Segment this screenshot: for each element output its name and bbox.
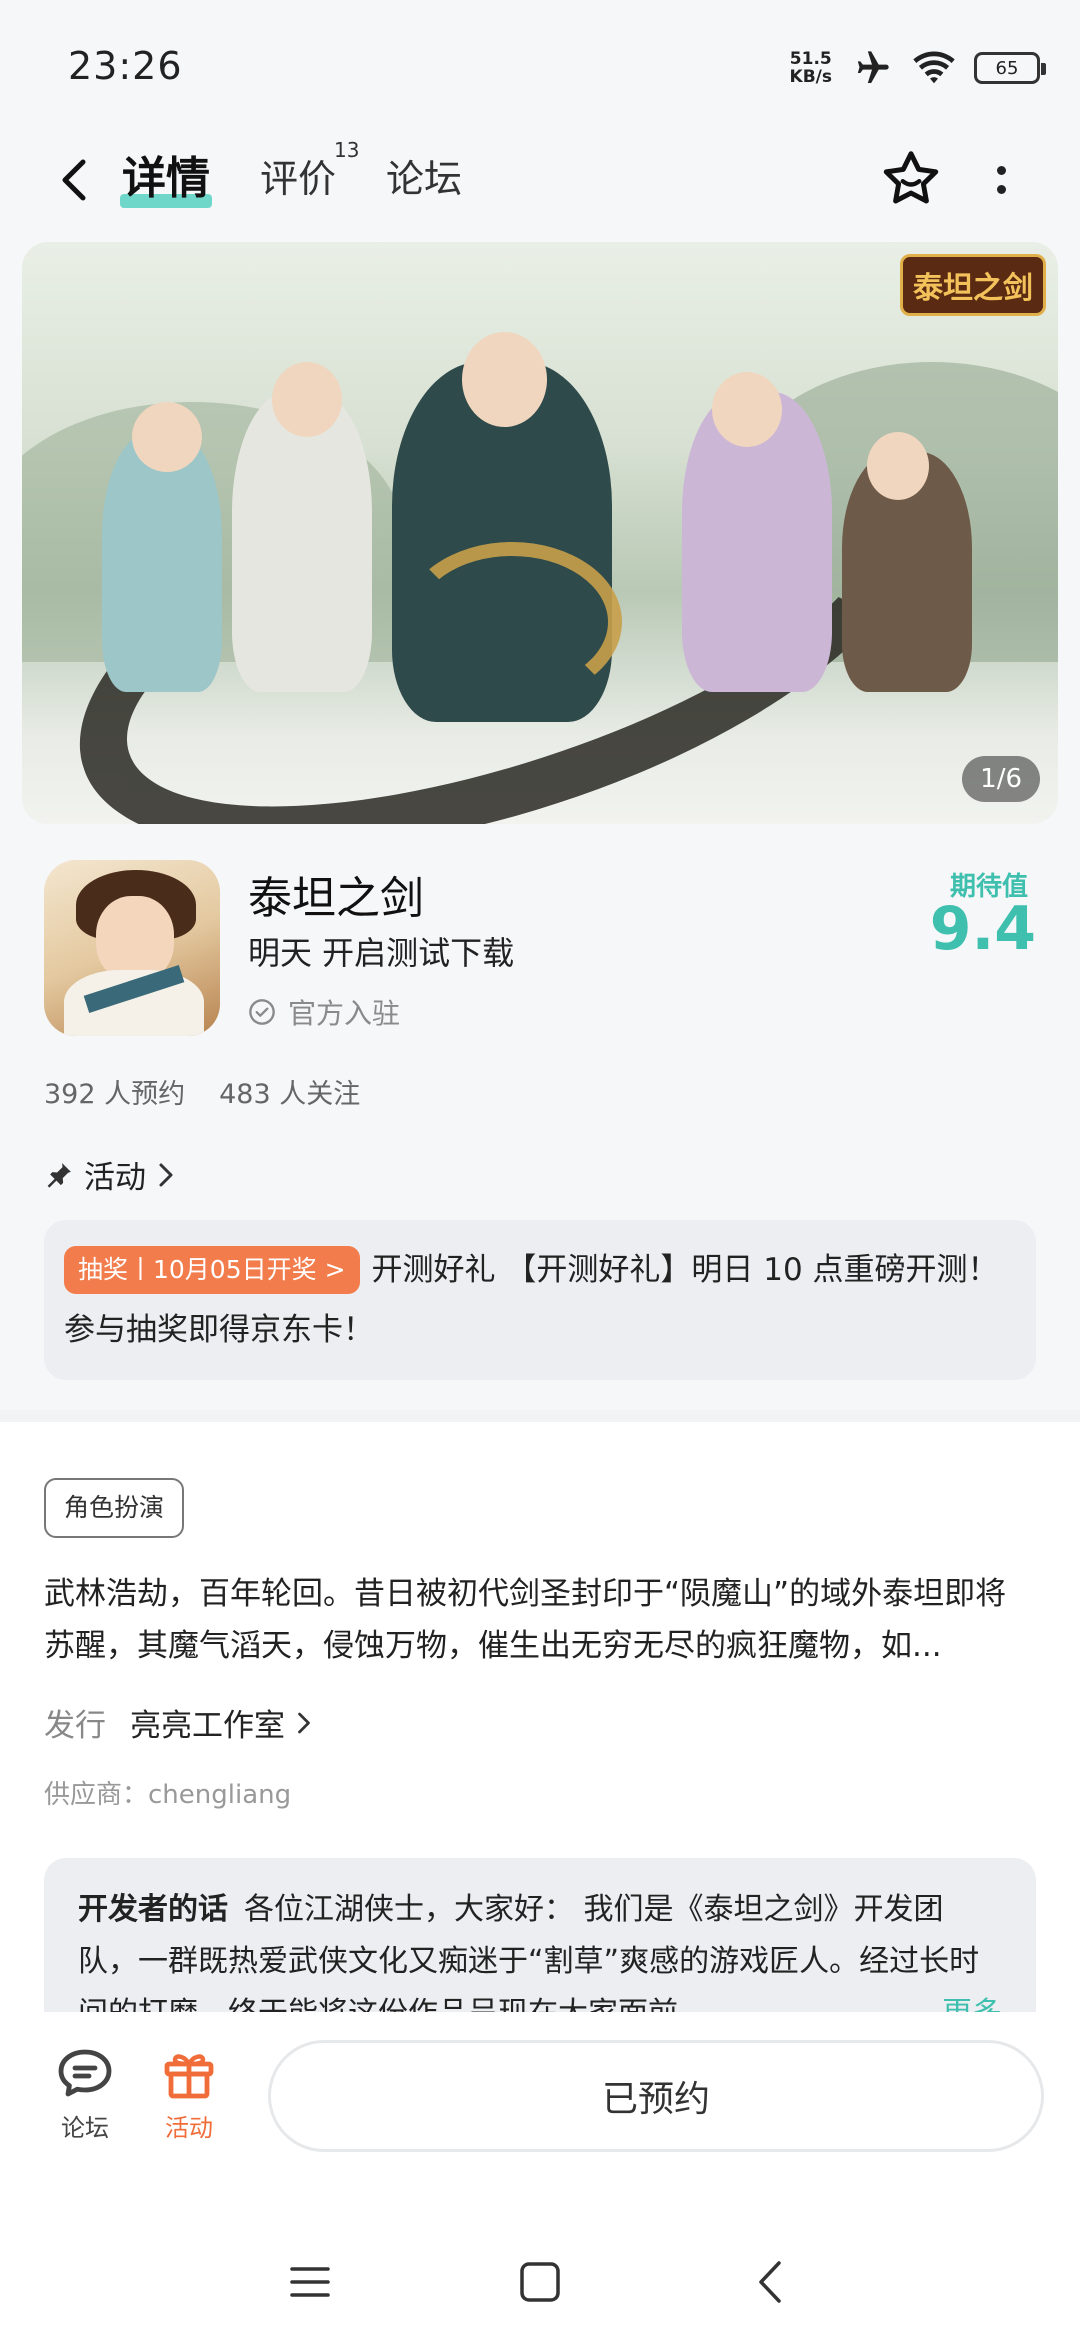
chevron-right-icon — [298, 1712, 310, 1733]
banner-gold-effect — [402, 542, 622, 702]
tab-reviews-label: 评价 — [260, 157, 337, 201]
activity-header-label: 活动 — [84, 1160, 146, 1196]
network-speed-unit: KB/s — [789, 67, 832, 87]
battery-icon: 65 — [974, 52, 1046, 84]
banner-character-head — [272, 362, 342, 437]
wifi-icon — [912, 50, 956, 86]
bottom-activity-button[interactable]: 活动 — [144, 2046, 234, 2143]
back-icon — [62, 159, 86, 201]
banner-character — [232, 392, 372, 692]
tab-forum-label: 论坛 — [386, 157, 463, 201]
banner-character-head — [712, 372, 782, 447]
more-dot — [996, 185, 1006, 194]
system-home-button[interactable] — [510, 2252, 570, 2312]
publisher-row[interactable]: 发行 亮亮工作室 — [44, 1700, 313, 1745]
tab-details-label: 详情 — [122, 153, 210, 204]
banner-character-head — [867, 432, 929, 500]
review-count-badge: 13 — [334, 138, 360, 162]
reservation-count: 392 人预约 — [44, 1079, 186, 1110]
star-icon — [883, 151, 939, 204]
favorite-button[interactable] — [878, 146, 944, 212]
activity-card[interactable]: 抽奖丨10月05日开奖 > 开测好礼 【开测好礼】明日 10 点重磅开测！参与抽奖… — [44, 1220, 1036, 1380]
game-description[interactable]: 武林浩劫，百年轮回。昔日被初代剑圣封印于“陨魔山”的域外泰坦即将苏醒，其魔气滔天… — [44, 1568, 1036, 1672]
home-square-icon — [520, 2262, 560, 2302]
battery-level: 65 — [995, 57, 1019, 79]
expectation-score-value: 9.4 — [929, 894, 1036, 964]
official-label: 官方入驻 — [288, 997, 401, 1030]
app-stats: 392 人预约 483 人关注 — [44, 1072, 360, 1111]
pin-icon — [47, 1162, 71, 1188]
banner-character-head — [132, 402, 202, 472]
tab-reviews[interactable]: 评价 — [260, 148, 336, 203]
developer-note-card[interactable]: 开发者的话 各位江湖侠士，大家好： 我们是《泰坦之剑》开发团队，一群既热爱武侠文化… — [44, 1858, 1036, 2012]
tab-details[interactable]: 详情 — [122, 142, 210, 206]
gift-icon — [164, 2054, 214, 2099]
official-badge: 官方入驻 — [248, 992, 400, 1032]
developer-note-title: 开发者的话 — [78, 1892, 228, 1927]
system-navigation-bar — [0, 2182, 1080, 2339]
reserved-button[interactable]: 已预约 — [268, 2040, 1044, 2152]
menu-icon — [290, 2267, 330, 2297]
lottery-badge[interactable]: 抽奖丨10月05日开奖 > — [64, 1246, 360, 1294]
more-dot — [996, 166, 1006, 175]
status-time: 23:26 — [68, 44, 183, 88]
publisher-name: 亮亮工作室 — [130, 1708, 285, 1744]
section-divider — [0, 1410, 1080, 1422]
supplier-info: 供应商：chengliang — [44, 1780, 292, 1810]
bottom-forum-label: 论坛 — [61, 2114, 109, 2142]
genre-tag[interactable]: 角色扮演 — [44, 1478, 185, 1538]
chevron-right-icon — [159, 1163, 173, 1186]
forum-chat-icon — [58, 2049, 112, 2097]
developer-note-more-link[interactable]: 更多 — [912, 1988, 1002, 2012]
more-button[interactable] — [986, 150, 1016, 210]
verified-check-icon — [249, 999, 275, 1025]
app-icon — [44, 860, 220, 1036]
follower-count: 483 人关注 — [219, 1079, 361, 1110]
publisher-label: 发行 — [44, 1708, 106, 1744]
game-logo: 泰坦之剑 — [900, 254, 1046, 316]
bottom-activity-label: 活动 — [165, 2114, 213, 2142]
network-speed-value: 51.5 — [789, 49, 832, 69]
banner-carousel[interactable]: 泰坦之剑 1/6 — [22, 242, 1058, 824]
back-triangle-icon — [759, 2261, 781, 2303]
top-nav: 详情 评价 13 论坛 — [0, 130, 1080, 230]
bottom-forum-button[interactable]: 论坛 — [40, 2046, 130, 2143]
system-menu-button[interactable] — [280, 2252, 340, 2312]
back-button[interactable] — [48, 150, 98, 210]
airplane-icon — [850, 48, 894, 88]
activity-section-header[interactable]: 活动 — [44, 1152, 176, 1197]
app-release-status: 明天 开启测试下载 — [248, 934, 515, 972]
network-speed: 51.5 KB/s — [790, 50, 832, 86]
status-indicators: 51.5 KB/s 65 — [790, 48, 1046, 88]
banner-character-head — [462, 332, 547, 427]
activity-content: 抽奖丨10月05日开奖 > 开测好礼 【开测好礼】明日 10 点重磅开测！参与抽奖… — [64, 1240, 1016, 1360]
app-name: 泰坦之剑 — [248, 873, 424, 924]
developer-note: 开发者的话 各位江湖侠士，大家好： 我们是《泰坦之剑》开发团队，一群既热爱武侠文化… — [78, 1884, 1002, 2012]
bottom-action-bar: 论坛 活动 已预约 — [0, 2012, 1080, 2182]
banner-page-counter: 1/6 — [962, 756, 1040, 802]
tab-forum[interactable]: 论坛 — [386, 148, 462, 203]
system-back-button[interactable] — [740, 2252, 800, 2312]
status-bar: 23:26 51.5 KB/s 65 — [0, 0, 1080, 130]
